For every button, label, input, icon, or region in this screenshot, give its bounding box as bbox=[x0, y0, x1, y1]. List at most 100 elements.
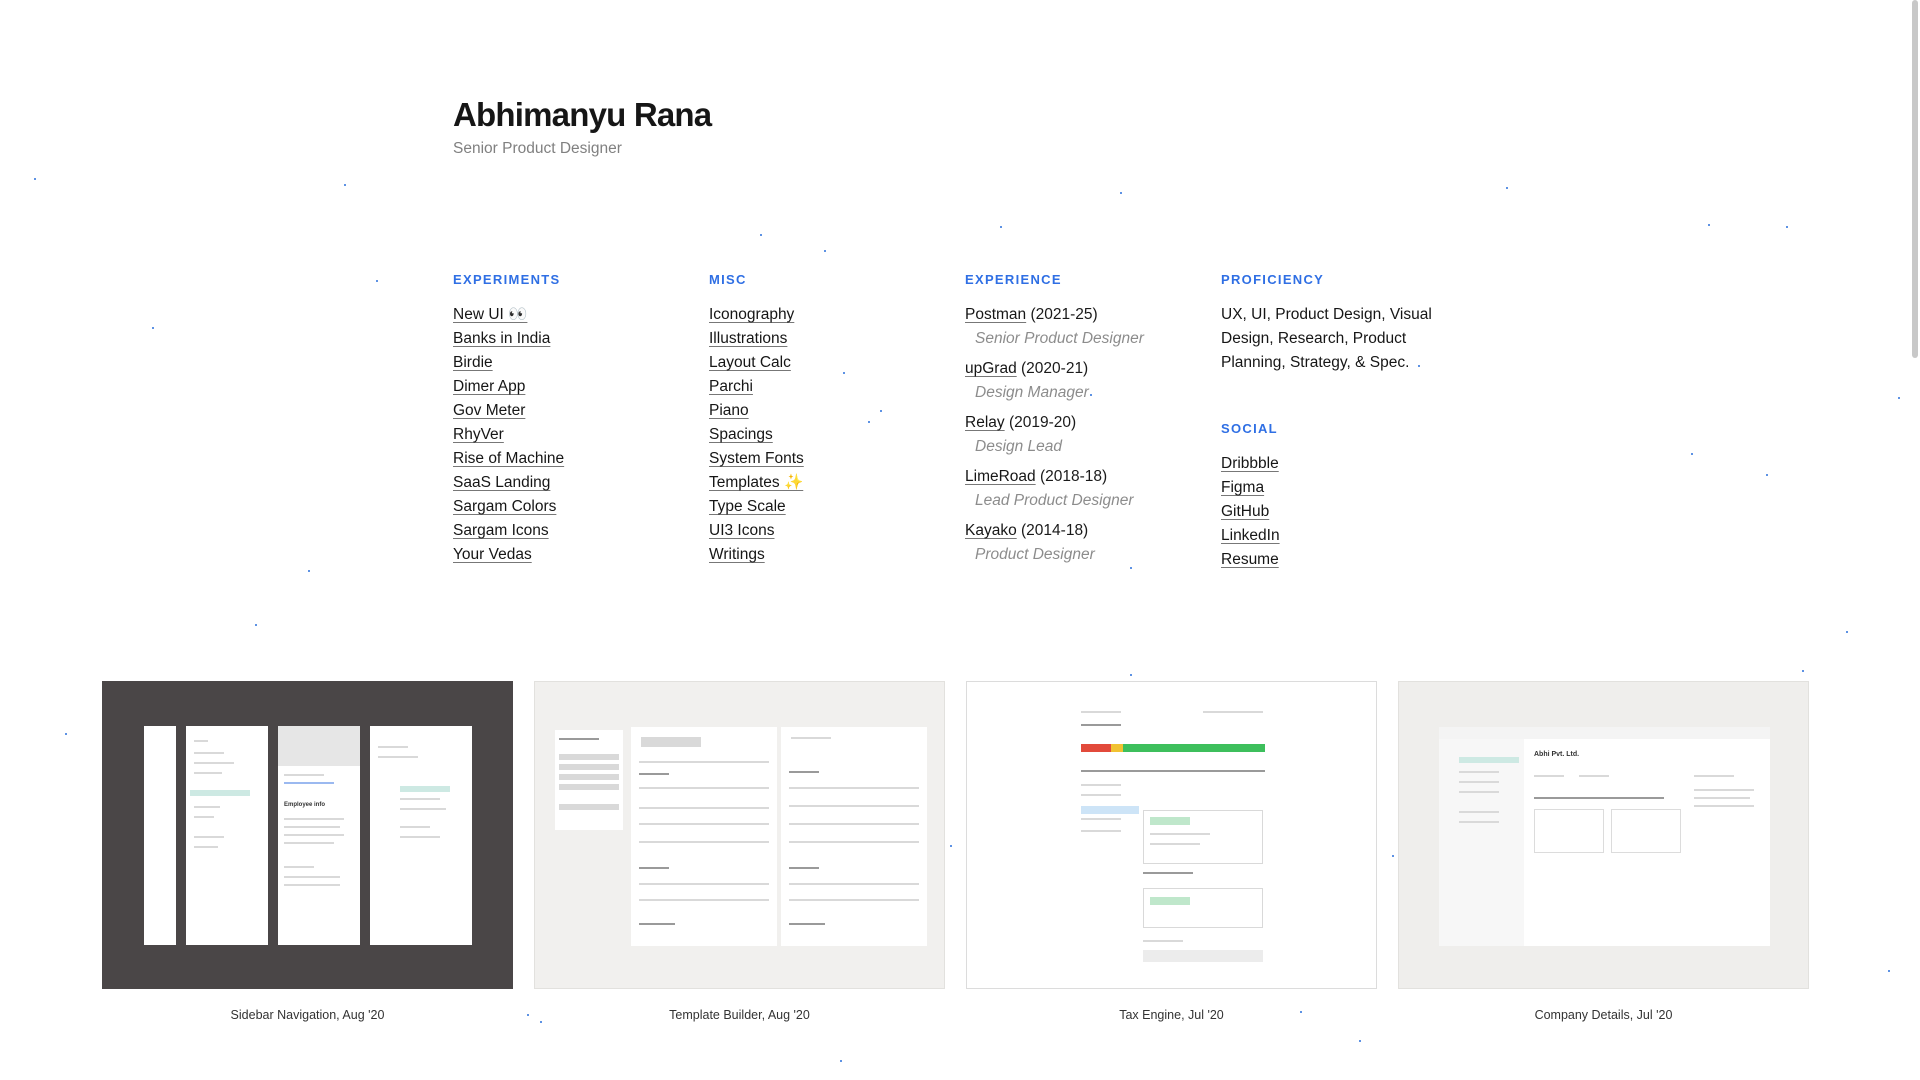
experience-column: EXPERIENCE Postman (2021-25) Senior Produ… bbox=[965, 272, 1195, 573]
experiments-list-item: Rise of Machine bbox=[453, 447, 683, 471]
work-card-sidebar-navigation[interactable]: Employee info bbox=[102, 681, 513, 989]
proficiency-text: UX, UI, Product Design, Visual Design, R… bbox=[1221, 306, 1432, 371]
experiments-link[interactable]: Banks in India bbox=[453, 330, 550, 347]
social-list-item: Figma bbox=[1221, 476, 1451, 500]
social-list-item: LinkedIn bbox=[1221, 524, 1451, 548]
misc-list-item: Parchi bbox=[709, 375, 939, 399]
experiments-list-item: Your Vedas bbox=[453, 543, 683, 567]
social-link[interactable]: Resume bbox=[1221, 551, 1279, 568]
misc-link[interactable]: Parchi bbox=[709, 378, 753, 395]
misc-link[interactable]: Type Scale bbox=[709, 498, 786, 515]
tax-bar-yellow bbox=[1111, 744, 1123, 752]
experience-line: upGrad (2020-21) bbox=[965, 357, 1195, 381]
experiments-link[interactable]: Gov Meter bbox=[453, 402, 525, 419]
misc-link[interactable]: Iconography bbox=[709, 306, 794, 323]
work-card-template-builder[interactable] bbox=[534, 681, 945, 989]
background-dot bbox=[1802, 670, 1804, 672]
company-link[interactable]: Postman bbox=[965, 306, 1026, 323]
misc-link[interactable]: System Fonts bbox=[709, 450, 804, 467]
experiments-link[interactable]: Your Vedas bbox=[453, 546, 532, 563]
experience-line: Relay (2019-20) bbox=[965, 411, 1195, 435]
experience-list: Postman (2021-25) Senior Product Designer… bbox=[965, 303, 1195, 567]
company-link[interactable]: upGrad bbox=[965, 360, 1017, 377]
experience-item: upGrad (2020-21) Design Manager bbox=[965, 357, 1195, 405]
experiments-link[interactable]: Sargam Colors bbox=[453, 498, 556, 515]
background-dot bbox=[1898, 397, 1900, 399]
social-list-item: Dribbble bbox=[1221, 452, 1451, 476]
experience-years: (2021-25) bbox=[1030, 306, 1098, 323]
social-section: SOCIAL Dribbble Figma GitHub LinkedIn Resume bbox=[1221, 421, 1451, 572]
experiments-column: EXPERIMENTS New UI 👀 Banks in India Birdie… bbox=[453, 272, 683, 567]
social-list-item: GitHub bbox=[1221, 500, 1451, 524]
experiments-link[interactable]: Dimer App bbox=[453, 378, 525, 395]
experience-item: Postman (2021-25) Senior Product Designer bbox=[965, 303, 1195, 351]
background-dot bbox=[1846, 631, 1848, 633]
experience-item: Kayako (2014-18) Product Designer bbox=[965, 519, 1195, 567]
experiments-list-item: Birdie bbox=[453, 351, 683, 375]
experience-role: Senior Product Designer bbox=[975, 330, 1144, 347]
thumbnail-panel bbox=[781, 727, 927, 946]
background-dot bbox=[760, 234, 762, 236]
work-caption: Tax Engine, Jul '20 bbox=[1119, 1008, 1224, 1022]
social-link[interactable]: Figma bbox=[1221, 479, 1264, 496]
background-dot bbox=[1392, 855, 1394, 857]
experiments-link[interactable]: SaaS Landing bbox=[453, 474, 550, 491]
experiments-link[interactable]: New UI 👀 bbox=[453, 306, 527, 323]
work-card-tax-engine[interactable] bbox=[966, 681, 1377, 989]
thumbnail-card bbox=[1143, 888, 1263, 928]
company-link[interactable]: Relay bbox=[965, 414, 1005, 431]
experience-years: (2019-20) bbox=[1008, 414, 1077, 431]
misc-link[interactable]: UI3 Icons bbox=[709, 522, 774, 539]
misc-list-item: Templates ✨ bbox=[709, 471, 939, 495]
experiments-link[interactable]: Birdie bbox=[453, 354, 493, 371]
background-dot bbox=[1786, 226, 1788, 228]
experiments-list-item: RhyVer bbox=[453, 423, 683, 447]
misc-link[interactable]: Writings bbox=[709, 546, 765, 563]
company-link[interactable]: LimeRoad bbox=[965, 468, 1036, 485]
social-link[interactable]: LinkedIn bbox=[1221, 527, 1280, 544]
social-link[interactable]: Dribbble bbox=[1221, 455, 1279, 472]
company-title: Abhi Pvt. Ltd. bbox=[1534, 751, 1580, 758]
thumbnail-card bbox=[1534, 809, 1604, 853]
experience-years: (2018-18) bbox=[1039, 468, 1108, 485]
experience-years: (2020-21) bbox=[1021, 360, 1089, 377]
card-frame: Employee info bbox=[102, 681, 513, 989]
company-link[interactable]: Kayako bbox=[965, 522, 1017, 539]
experience-line: LimeRoad (2018-18) bbox=[965, 465, 1195, 489]
experiments-heading: EXPERIMENTS bbox=[453, 272, 561, 287]
experiments-list-item: SaaS Landing bbox=[453, 471, 683, 495]
background-dot bbox=[376, 280, 378, 282]
misc-link[interactable]: Piano bbox=[709, 402, 749, 419]
misc-link[interactable]: Templates ✨ bbox=[709, 474, 803, 491]
experiments-list-item: New UI 👀 bbox=[453, 303, 683, 327]
experiments-link[interactable]: RhyVer bbox=[453, 426, 504, 443]
misc-list: Iconography Illustrations Layout Calc Parch… bbox=[709, 303, 939, 567]
page-scrollbar[interactable] bbox=[1912, 0, 1918, 358]
thumbnail-card bbox=[1143, 810, 1263, 864]
proficiency-column: PROFICIENCY UX, UI, Product Design, Visu… bbox=[1221, 272, 1451, 572]
subtitle: Senior Product Designer bbox=[453, 140, 622, 157]
thumbnail-panel bbox=[555, 730, 623, 830]
misc-link[interactable]: Illustrations bbox=[709, 330, 787, 347]
background-dot bbox=[344, 184, 346, 186]
background-dot bbox=[1359, 1040, 1361, 1042]
card-frame bbox=[966, 681, 1377, 989]
background-dot bbox=[308, 570, 310, 572]
proficiency-heading: PROFICIENCY bbox=[1221, 272, 1325, 287]
thumbnail-window: Abhi Pvt. Ltd. bbox=[1439, 727, 1770, 946]
misc-column: MISC Iconography Illustrations Layout Calc… bbox=[709, 272, 939, 567]
card-frame: Abhi Pvt. Ltd. bbox=[1398, 681, 1809, 989]
experiments-list-item: Banks in India bbox=[453, 327, 683, 351]
background-dot bbox=[1691, 453, 1693, 455]
background-dot bbox=[1766, 474, 1768, 476]
misc-list-item: Piano bbox=[709, 399, 939, 423]
background-dot bbox=[527, 1014, 529, 1016]
thumbnail-panel bbox=[631, 727, 777, 946]
work-card-company-details[interactable]: Abhi Pvt. Ltd. bbox=[1398, 681, 1809, 989]
misc-link[interactable]: Spacings bbox=[709, 426, 773, 443]
social-link[interactable]: GitHub bbox=[1221, 503, 1269, 520]
experiments-link[interactable]: Sargam Icons bbox=[453, 522, 549, 539]
experience-item: Relay (2019-20) Design Lead bbox=[965, 411, 1195, 459]
misc-link[interactable]: Layout Calc bbox=[709, 354, 791, 371]
experiments-link[interactable]: Rise of Machine bbox=[453, 450, 564, 467]
